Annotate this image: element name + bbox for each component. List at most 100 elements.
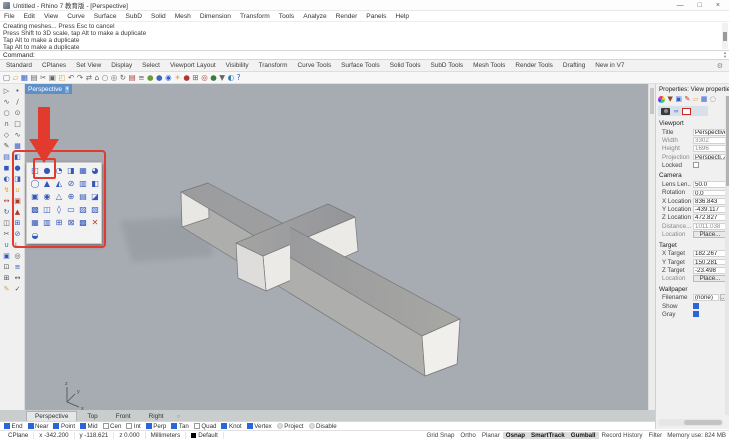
polyline-icon[interactable]: ∿	[1, 97, 12, 108]
help-icon[interactable]: ?	[237, 73, 241, 82]
toolbar-tab-render-tools[interactable]: Render Tools	[515, 62, 553, 69]
toolbar-tab-standard[interactable]: Standard	[6, 62, 32, 69]
cone-icon[interactable]: ▲	[41, 178, 53, 191]
truncated-cone-icon[interactable]: ◭	[53, 178, 65, 191]
toolbar-tab-new-in-v7[interactable]: New in V7	[595, 62, 624, 69]
torus-icon[interactable]: ◕	[89, 165, 101, 178]
curve-edit-icon[interactable]: ✎	[1, 141, 12, 152]
command-prompt[interactable]: Command: ▲▼	[0, 51, 729, 60]
rotate-icon[interactable]: ↻	[1, 207, 12, 218]
boolean-union-icon[interactable]: ⊕	[65, 191, 77, 204]
surface-icon[interactable]: ▦	[12, 141, 23, 152]
menu-item-curve[interactable]: Curve	[67, 13, 85, 20]
value-x-target[interactable]: 182.267	[693, 250, 727, 257]
value-y-target[interactable]: 150.281	[693, 259, 727, 266]
layers-tab[interactable]: ▣	[675, 95, 682, 104]
osnap-knot[interactable]: Knot	[221, 423, 241, 430]
menu-item-render[interactable]: Render	[336, 13, 358, 20]
checkbox-icon[interactable]	[4, 423, 10, 429]
pyramid-icon[interactable]: △	[53, 191, 65, 204]
checkbox-icon[interactable]	[247, 423, 253, 429]
arc-icon[interactable]: ∩	[1, 119, 12, 130]
viewport-title-chip[interactable]: Perspective ▾	[25, 84, 72, 94]
select-cursor-icon[interactable]: ▷	[1, 86, 12, 97]
menu-item-tools[interactable]: Tools	[279, 13, 294, 20]
checkbox-icon[interactable]	[146, 423, 152, 429]
cap-icon[interactable]: ▩	[29, 204, 41, 217]
gutter-scrollbar-thumb[interactable]	[650, 88, 654, 114]
maximize-button[interactable]: □	[698, 2, 702, 9]
zoom-window-icon[interactable]: ◎	[111, 73, 118, 82]
checkbox-icon[interactable]	[171, 423, 177, 429]
folder-tab[interactable]: ▱	[693, 95, 698, 104]
status-cell-4[interactable]: Millimeters	[146, 432, 187, 439]
viewport-properties-icon[interactable]	[682, 108, 691, 115]
pan-icon[interactable]: ⇄	[86, 73, 92, 82]
solid-sphere-icon[interactable]: ●	[12, 163, 23, 174]
open-file-icon[interactable]: ▱	[13, 73, 19, 82]
boolean-difference-icon[interactable]: ▤	[77, 191, 89, 204]
move-icon[interactable]: ↔	[1, 196, 12, 207]
boolean-icon[interactable]: ◐	[1, 174, 12, 185]
toolbar-tab-curve-tools[interactable]: Curve Tools	[298, 62, 332, 69]
radio-icon[interactable]	[277, 423, 283, 429]
menu-item-transform[interactable]: Transform	[240, 13, 270, 20]
menu-item-help[interactable]: Help	[395, 13, 409, 20]
group-icon[interactable]: ▣	[1, 251, 12, 262]
loft-icon[interactable]: ▤	[1, 152, 12, 163]
zoom-extents-icon[interactable]: ⌂	[94, 73, 99, 82]
menu-item-surface[interactable]: Surface	[94, 13, 117, 20]
osnap-quad[interactable]: Quad	[194, 423, 217, 430]
status-cell-1[interactable]: x -342.200	[34, 432, 74, 439]
hide-icon[interactable]: ◎	[12, 251, 23, 262]
perspective-viewport[interactable]: Perspective ▾	[25, 84, 648, 410]
extrude-icon[interactable]: ◨	[12, 174, 23, 185]
slab2-icon[interactable]: ▥	[41, 217, 53, 230]
toolbar-tab-subd-tools[interactable]: SubD Tools	[431, 62, 464, 69]
checkbox-icon[interactable]	[126, 423, 132, 429]
paste-icon[interactable]: ◰	[58, 73, 65, 82]
toolbar-tab-select[interactable]: Select	[142, 62, 160, 69]
shell-icon[interactable]: ◫	[41, 204, 53, 217]
viewport-tab-right[interactable]: Right	[141, 412, 172, 421]
value-x-location[interactable]: 836.843	[693, 198, 727, 205]
circle-center-icon[interactable]: ⊙	[12, 108, 23, 119]
value-y-location[interactable]: -439.117	[693, 206, 727, 213]
redo-icon[interactable]: ↷	[77, 73, 83, 82]
render-icon[interactable]: ◉	[165, 73, 172, 82]
place-button[interactable]: Place...	[693, 231, 727, 238]
ellipsoid-icon[interactable]: ◔	[53, 165, 65, 178]
sun-icon[interactable]: ☀	[174, 73, 181, 82]
box-3pt-icon[interactable]: ▦	[77, 165, 89, 178]
status-toggle-osnap[interactable]: Osnap	[503, 432, 528, 439]
close-button[interactable]: ×	[716, 2, 720, 9]
toolbar-tab-set-view[interactable]: Set View	[76, 62, 101, 69]
menu-item-dimension[interactable]: Dimension	[200, 13, 231, 20]
globe-icon[interactable]: ◐	[228, 73, 235, 82]
bend-icon[interactable]: ∪	[12, 185, 23, 196]
status-toggle-planar[interactable]: Planar	[479, 432, 503, 439]
status-toggle-ortho[interactable]: Ortho	[457, 432, 478, 439]
command-spinner-icon[interactable]: ▲▼	[723, 51, 727, 59]
menu-item-view[interactable]: View	[44, 13, 58, 20]
sphere-icon[interactable]: ●	[41, 165, 53, 178]
text-solid-icon[interactable]: ▦	[29, 217, 41, 230]
value-height[interactable]: 1696	[693, 145, 727, 152]
polygon-icon[interactable]: ◇	[1, 130, 12, 141]
grid1-icon[interactable]: ⊞	[53, 217, 65, 230]
menu-item-analyze[interactable]: Analyze	[303, 13, 326, 20]
help-tab[interactable]: ○	[710, 95, 716, 104]
dropdown-projection[interactable]: Perspecti...	[693, 154, 727, 161]
command-history[interactable]: Creating meshes... Press Esc to cancelPr…	[0, 21, 729, 51]
print-icon[interactable]: ▤	[30, 73, 37, 82]
wirecut-icon[interactable]: ◊	[53, 204, 65, 217]
extrude-surface-icon[interactable]: ◉	[41, 191, 53, 204]
checkbox-icon[interactable]	[80, 423, 86, 429]
lock-icon[interactable]: ⊡	[1, 262, 12, 273]
osnap-near[interactable]: Near	[28, 423, 49, 430]
circle-icon[interactable]: ○	[1, 108, 12, 119]
osnap-int[interactable]: Int	[126, 423, 140, 430]
explode-icon[interactable]: ↯	[1, 185, 12, 196]
plane-icon[interactable]: ▨	[77, 204, 89, 217]
menu-item-mesh[interactable]: Mesh	[175, 13, 191, 20]
